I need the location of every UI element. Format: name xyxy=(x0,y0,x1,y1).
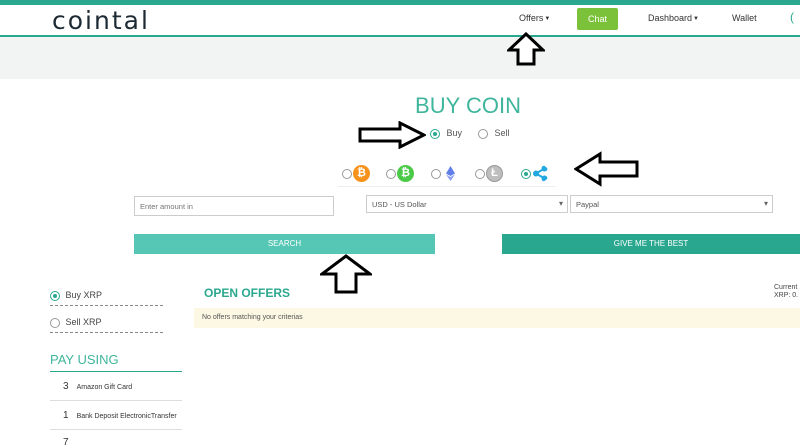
coin-radio[interactable] xyxy=(521,169,531,179)
current-rate-label: Current xyxy=(774,284,798,291)
pay-method-label: Bank Deposit ElectronicTransfer xyxy=(76,413,177,420)
buy-option[interactable]: Buy xyxy=(430,128,462,139)
nav-dashboard-label: Dashboard xyxy=(648,13,693,23)
coin-radio[interactable] xyxy=(386,169,396,179)
ethereum-icon xyxy=(446,166,455,181)
bitcoin-icon: ₿ xyxy=(353,165,370,182)
page-title: BUY COIN xyxy=(415,93,521,118)
annotation-arrow-up-icon xyxy=(507,32,545,66)
subheader-band xyxy=(0,37,800,79)
coin-radio[interactable] xyxy=(475,169,485,179)
amount-input[interactable] xyxy=(134,196,334,216)
buy-xrp-radio[interactable] xyxy=(50,290,60,301)
current-rate: Current XRP: 0. xyxy=(774,284,798,300)
chat-button[interactable]: Chat xyxy=(577,8,618,30)
ripple-icon xyxy=(533,165,548,182)
nav-offers[interactable]: Offers▼ xyxy=(519,13,550,23)
nav-offers-label: Offers xyxy=(519,13,544,23)
caret-down-icon: ▼ xyxy=(693,15,699,22)
pay-method-item[interactable]: 3 Amazon Gift Card xyxy=(63,381,132,392)
pay-using-title: PAY USING xyxy=(50,352,119,367)
buy-radio[interactable] xyxy=(430,128,440,139)
cointal-logo[interactable]: cointal xyxy=(52,6,150,35)
sell-xrp-option[interactable]: Sell XRP xyxy=(50,317,102,328)
divider xyxy=(50,305,163,306)
partial-nav-icon[interactable]: ( xyxy=(790,10,794,24)
divider xyxy=(50,332,163,333)
sell-xrp-label: Sell XRP xyxy=(65,317,102,327)
caret-down-icon: ▼ xyxy=(544,15,551,22)
pay-using-underline xyxy=(50,371,182,372)
give-me-the-best-button[interactable]: GIVE ME THE BEST xyxy=(502,234,800,254)
pay-method-item[interactable]: 1 Bank Deposit ElectronicTransfer xyxy=(63,410,177,421)
payment-method-select[interactable]: Paypal xyxy=(570,195,773,213)
bitcoin-cash-icon: ₿ xyxy=(397,165,414,182)
sell-radio[interactable] xyxy=(478,128,488,139)
pay-separator xyxy=(50,429,182,430)
no-offers-notice: No offers matching your criterias xyxy=(194,308,800,328)
sell-label: Sell xyxy=(494,128,510,138)
currency-select[interactable]: USD - US Dollar xyxy=(366,195,568,213)
annotation-arrow-right-icon xyxy=(358,121,426,149)
buy-label: Buy xyxy=(446,128,463,138)
pay-method-count: 3 xyxy=(63,381,69,392)
logo-text: cointal xyxy=(52,6,150,35)
pay-method-count: 7 xyxy=(63,437,69,448)
nav-wallet[interactable]: Wallet xyxy=(732,13,757,23)
annotation-arrow-left-icon xyxy=(574,151,639,187)
coin-radio[interactable] xyxy=(342,169,352,179)
pay-method-count: 1 xyxy=(63,410,69,421)
coin-radio[interactable] xyxy=(431,169,441,179)
open-offers-title: OPEN OFFERS xyxy=(204,286,291,300)
sell-xrp-radio[interactable] xyxy=(50,317,60,328)
annotation-arrow-up-icon xyxy=(320,254,372,294)
pay-method-item[interactable]: 7 xyxy=(63,437,77,448)
search-button[interactable]: SEARCH xyxy=(134,234,435,254)
buy-xrp-label: Buy XRP xyxy=(65,290,103,300)
currency-value: USD - US Dollar xyxy=(372,200,427,209)
sell-option[interactable]: Sell xyxy=(478,128,510,139)
payment-value: Paypal xyxy=(576,200,599,209)
coin-selector: ₿ ₿ Ł xyxy=(338,160,556,187)
nav-dashboard[interactable]: Dashboard▼ xyxy=(648,13,699,23)
current-rate-value: XRP: 0. xyxy=(774,292,799,299)
pay-method-label: Amazon Gift Card xyxy=(76,384,133,391)
buy-xrp-option[interactable]: Buy XRP xyxy=(50,290,102,301)
litecoin-icon: Ł xyxy=(486,165,503,182)
pay-separator xyxy=(50,400,182,401)
